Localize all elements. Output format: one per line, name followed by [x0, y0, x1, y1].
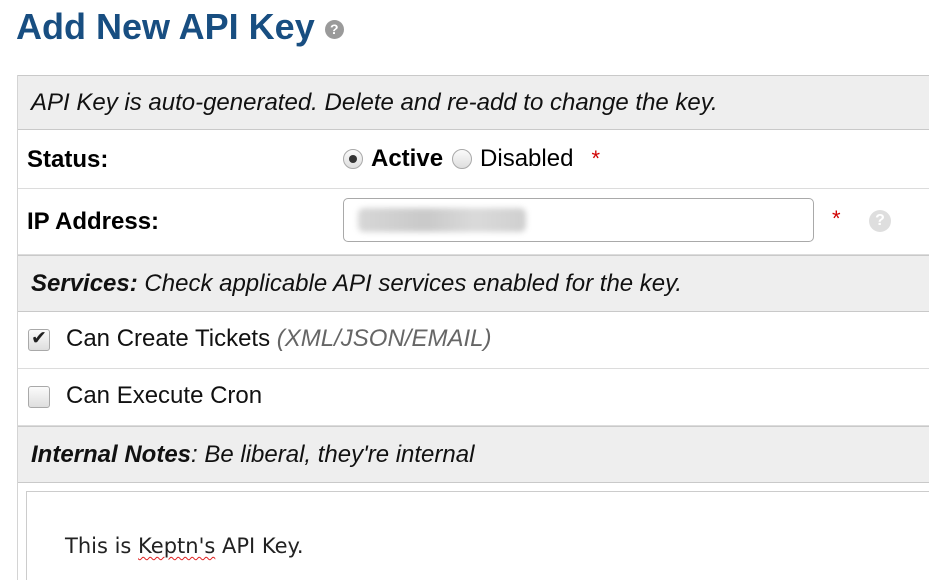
create-tickets-label-text: Can Create Tickets — [66, 325, 271, 352]
internal-notes-heading: Internal Notes — [31, 440, 192, 468]
status-disabled-radio[interactable] — [452, 149, 473, 169]
notes-text-after: API Key. — [215, 534, 304, 558]
status-disabled-label[interactable]: Disabled — [480, 145, 573, 173]
create-tickets-note: (XML/JSON/EMAIL) — [276, 325, 492, 352]
ip-address-row: IP Address: * ? — [18, 189, 929, 255]
status-required-marker: * — [591, 146, 600, 171]
info-banner-text: API Key is auto-generated. Delete and re… — [31, 88, 718, 116]
status-active-label[interactable]: Active — [371, 145, 443, 173]
status-row: Status: Active Disabled * — [18, 130, 929, 189]
create-tickets-label[interactable]: Can Create Tickets (XML/JSON/EMAIL) — [66, 325, 491, 353]
service-execute-cron-row: Can Execute Cron — [18, 369, 929, 426]
notes-misspelled-word: Keptn's — [138, 534, 216, 558]
page-title-text: Add New API Key — [16, 6, 315, 47]
status-radio-group: Active Disabled * — [343, 145, 600, 173]
execute-cron-checkbox[interactable] — [28, 386, 50, 408]
ip-address-input[interactable] — [343, 198, 814, 242]
internal-notes-header: Internal Notes : Be liberal, they're int… — [18, 426, 929, 483]
status-label: Status: — [27, 146, 109, 173]
page-title: Add New API Key ? — [16, 4, 344, 50]
info-banner: API Key is auto-generated. Delete and re… — [18, 75, 929, 130]
services-heading: Services: — [31, 269, 138, 297]
api-key-form: API Key is auto-generated. Delete and re… — [17, 75, 929, 580]
add-api-key-page: Add New API Key ? API Key is auto-genera… — [0, 0, 929, 580]
services-header: Services: Check applicable API services … — [18, 255, 929, 312]
ip-address-help-icon[interactable]: ? — [869, 210, 891, 232]
execute-cron-label[interactable]: Can Execute Cron — [66, 382, 262, 410]
internal-notes-description: : Be liberal, they're internal — [191, 440, 475, 468]
service-create-tickets-row: ✔ Can Create Tickets (XML/JSON/EMAIL) — [18, 312, 929, 369]
ip-address-required-marker: * — [832, 206, 841, 231]
ip-address-obscured-value — [358, 208, 526, 232]
notes-text-before: This is — [65, 534, 139, 558]
internal-notes-content: This is Keptn's API Key. — [65, 534, 304, 558]
status-active-radio[interactable] — [343, 149, 363, 169]
create-tickets-checkbox[interactable]: ✔ — [28, 328, 50, 351]
help-icon[interactable]: ? — [324, 19, 344, 39]
services-description: Check applicable API services enabled fo… — [137, 269, 683, 297]
ip-address-label: IP Address: — [27, 208, 160, 235]
checkmark-icon: ✔ — [31, 328, 47, 349]
internal-notes-editor[interactable]: This is Keptn's API Key. — [26, 491, 929, 580]
